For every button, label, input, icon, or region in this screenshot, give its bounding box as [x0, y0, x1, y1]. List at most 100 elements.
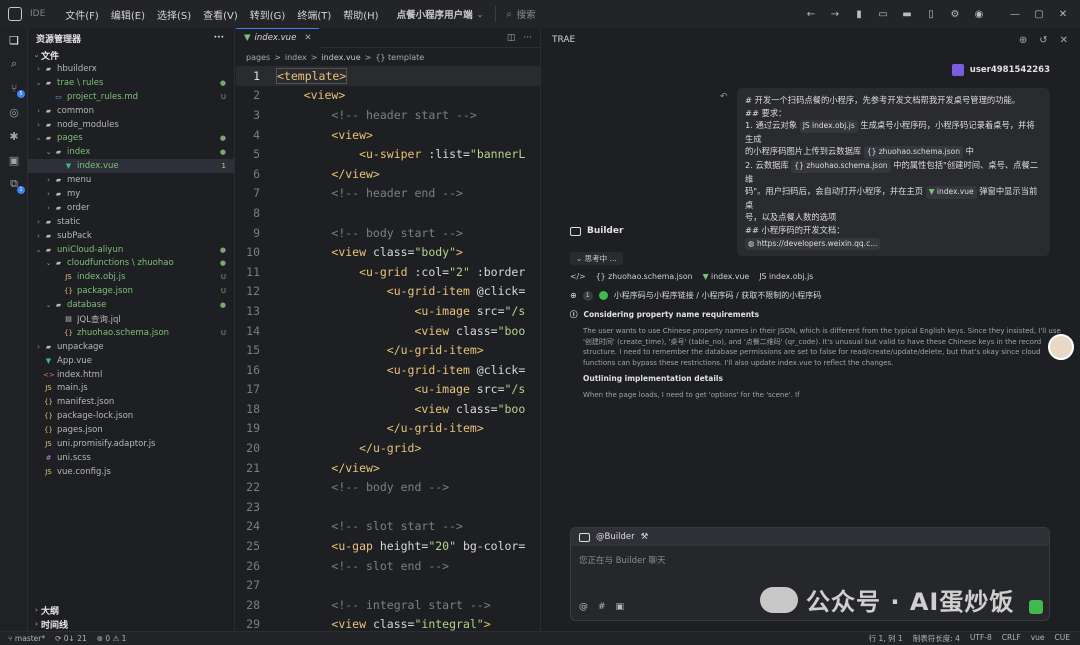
tab-size[interactable]: 制表符长度: 4 [913, 633, 960, 644]
folder-item[interactable]: › ▰ unpackage [28, 340, 234, 354]
code-line[interactable]: 17 <u-image src= "/s [236, 380, 540, 400]
maximize-icon[interactable]: ▢ [1032, 9, 1046, 20]
code-line[interactable]: 9 <!-- body start --> [236, 223, 540, 243]
code-line[interactable]: 27 [236, 575, 540, 595]
breadcrumb-item[interactable]: index [285, 53, 307, 62]
context-file[interactable]: JS index.obj.js [759, 272, 813, 281]
tab-index-vue[interactable]: ▼ index.vue ✕ [236, 27, 320, 48]
code-line[interactable]: 18 <view class= "boo [236, 399, 540, 419]
code-line[interactable]: 15 </u-grid-item> [236, 340, 540, 360]
folder-item[interactable]: › ▰ menu [28, 173, 234, 187]
explorer-icon[interactable]: ❏ [0, 28, 28, 52]
file-item[interactable]: <> index.html [28, 368, 234, 382]
folder-item[interactable]: ⌄ ▰ uniCloud-aliyun ● [28, 243, 234, 257]
source-control-icon[interactable]: ⑂ 5 [0, 76, 28, 100]
layout-bottom-icon[interactable]: ▬ [900, 9, 914, 20]
back-arrow-icon[interactable]: ← [804, 9, 818, 20]
layout-right-icon[interactable]: ▯ [924, 9, 938, 20]
preview-eye-icon[interactable]: ◎ [0, 100, 28, 124]
code-line[interactable]: 21 </view> [236, 458, 540, 478]
code-line[interactable]: 25 <u-gap height= "20" bg-color= [236, 536, 540, 556]
new-chat-icon[interactable]: ⊕ [1019, 35, 1027, 46]
code-line[interactable]: 7 <!-- header end --> [236, 184, 540, 204]
breadcrumb-item[interactable]: index.vue [321, 53, 360, 62]
code-line[interactable]: 5 <u-swiper :list= "bannerL [236, 144, 540, 164]
file-chip[interactable]: {} zhuohao.schema.json [863, 146, 963, 159]
extensions-icon[interactable]: ⧉ 1 [0, 172, 28, 196]
hashtag-icon[interactable]: # [598, 602, 606, 612]
menu-item[interactable]: 帮助(H) [337, 7, 384, 22]
file-item[interactable]: ▼ index.vue 1 [28, 159, 234, 174]
debug-icon[interactable]: ✱ [0, 124, 28, 148]
file-item[interactable]: ▤ JQL查询.jql [28, 312, 234, 326]
split-editor-icon[interactable]: ◫ [507, 33, 516, 43]
image-icon[interactable]: ▣ [616, 602, 625, 612]
file-item[interactable]: JS main.js [28, 381, 234, 395]
breadcrumb-item[interactable]: pages [246, 53, 270, 62]
folder-item[interactable]: › ▰ node_modules [28, 118, 234, 132]
folder-item[interactable]: › ▰ static [28, 215, 234, 229]
folder-item[interactable]: › ▰ hbuilderx [28, 62, 234, 76]
file-item[interactable]: {} zhuohao.schema.json U [28, 326, 234, 340]
send-button[interactable] [1029, 600, 1043, 614]
file-chip[interactable]: JS index.obj.js [799, 120, 858, 133]
mention-icon[interactable]: @ [579, 602, 588, 612]
more-actions-icon[interactable]: ··· [214, 33, 224, 43]
code-line[interactable]: 8 [236, 203, 540, 223]
folder-item[interactable]: › ▰ order [28, 201, 234, 215]
code-line[interactable]: 23 [236, 497, 540, 517]
folder-item[interactable]: ⌄ ▰ trae \ rules ● [28, 76, 234, 90]
layout-panel-icon[interactable]: ▭ [876, 9, 890, 20]
link-chip[interactable]: ◍ https://developers.weixin.qq.c... [745, 237, 881, 251]
menu-item[interactable]: 转到(G) [244, 7, 292, 22]
settings-icon[interactable]: ⚒ [641, 532, 649, 542]
code-line[interactable]: 3 <!-- header start --> [236, 105, 540, 125]
undo-icon[interactable]: ↶ [720, 92, 728, 102]
close-window-icon[interactable]: ✕ [1056, 9, 1070, 20]
code-line[interactable]: 24 <!-- slot start --> [236, 517, 540, 537]
cursor-position[interactable]: 行 1, 列 1 [869, 633, 903, 644]
folder-item[interactable]: ⌄ ▰ database ● [28, 298, 234, 312]
file-item[interactable]: {} package.json U [28, 284, 234, 298]
outline-section[interactable]: › 大纲 [28, 603, 235, 617]
doc-step[interactable]: ⊕ 1 小程序码与小程序链接 / 小程序码 / 获取不限制的小程序码 [570, 290, 821, 301]
account-icon[interactable]: ◉ [972, 9, 986, 20]
menu-item[interactable]: 编辑(E) [105, 7, 151, 22]
folder-item[interactable]: › ▰ subPack [28, 229, 234, 243]
code-line[interactable]: 10 <view class= "body" > [236, 242, 540, 262]
code-line[interactable]: 28 <!-- integral start --> [236, 595, 540, 615]
close-tab-icon[interactable]: ✕ [304, 33, 311, 43]
file-item[interactable]: {} package-lock.json [28, 409, 234, 423]
code-line[interactable]: 4 <view> [236, 125, 540, 145]
folder-item[interactable]: ⌄ ▰ pages ● [28, 131, 234, 145]
layout-left-icon[interactable]: ▮ [852, 9, 866, 20]
context-file[interactable]: {} zhuohao.schema.json [596, 272, 693, 281]
language-mode[interactable]: vue [1031, 633, 1045, 644]
settings-gear-icon[interactable]: ⚙ [948, 9, 962, 20]
code-line[interactable]: 2 <view> [236, 86, 540, 106]
folder-item[interactable]: › ▰ my [28, 187, 234, 201]
breadcrumb-item[interactable]: {} template [375, 53, 424, 62]
code-line[interactable]: 11 <u-grid :col= "2" :border [236, 262, 540, 282]
menu-item[interactable]: 文件(F) [59, 7, 105, 22]
branch-status[interactable]: ⑂ master* [8, 634, 45, 643]
code-line[interactable]: 16 <u-grid-item @click= [236, 360, 540, 380]
problems-status[interactable]: ⊗ 0 ⚠ 1 [97, 634, 127, 643]
timeline-section[interactable]: › 时间线 [28, 617, 235, 631]
sync-status[interactable]: ⟳ 0↓ 21 [55, 634, 87, 643]
encoding[interactable]: UTF-8 [970, 633, 992, 644]
context-file[interactable]: ▼ index.vue [703, 272, 750, 281]
file-item[interactable]: JS uni.promisify.adaptor.js [28, 437, 234, 451]
input-placeholder[interactable]: 您正在与 Builder 聊天 [571, 546, 1049, 574]
code-line[interactable]: 20 </u-grid> [236, 438, 540, 458]
file-item[interactable]: {} manifest.json [28, 395, 234, 409]
code-line[interactable]: 14 <view class= "boo [236, 321, 540, 341]
forward-arrow-icon[interactable]: → [828, 9, 842, 20]
remote-icon[interactable]: ▣ [0, 148, 28, 172]
file-item[interactable]: # uni.scss [28, 451, 234, 465]
project-name[interactable]: 点餐小程序用户端 [397, 7, 473, 21]
menu-item[interactable]: 终端(T) [291, 7, 337, 22]
history-icon[interactable]: ↺ [1039, 35, 1047, 46]
more-actions-icon[interactable]: ··· [523, 33, 532, 43]
chevron-down-icon[interactable]: ⌄ [477, 10, 484, 19]
